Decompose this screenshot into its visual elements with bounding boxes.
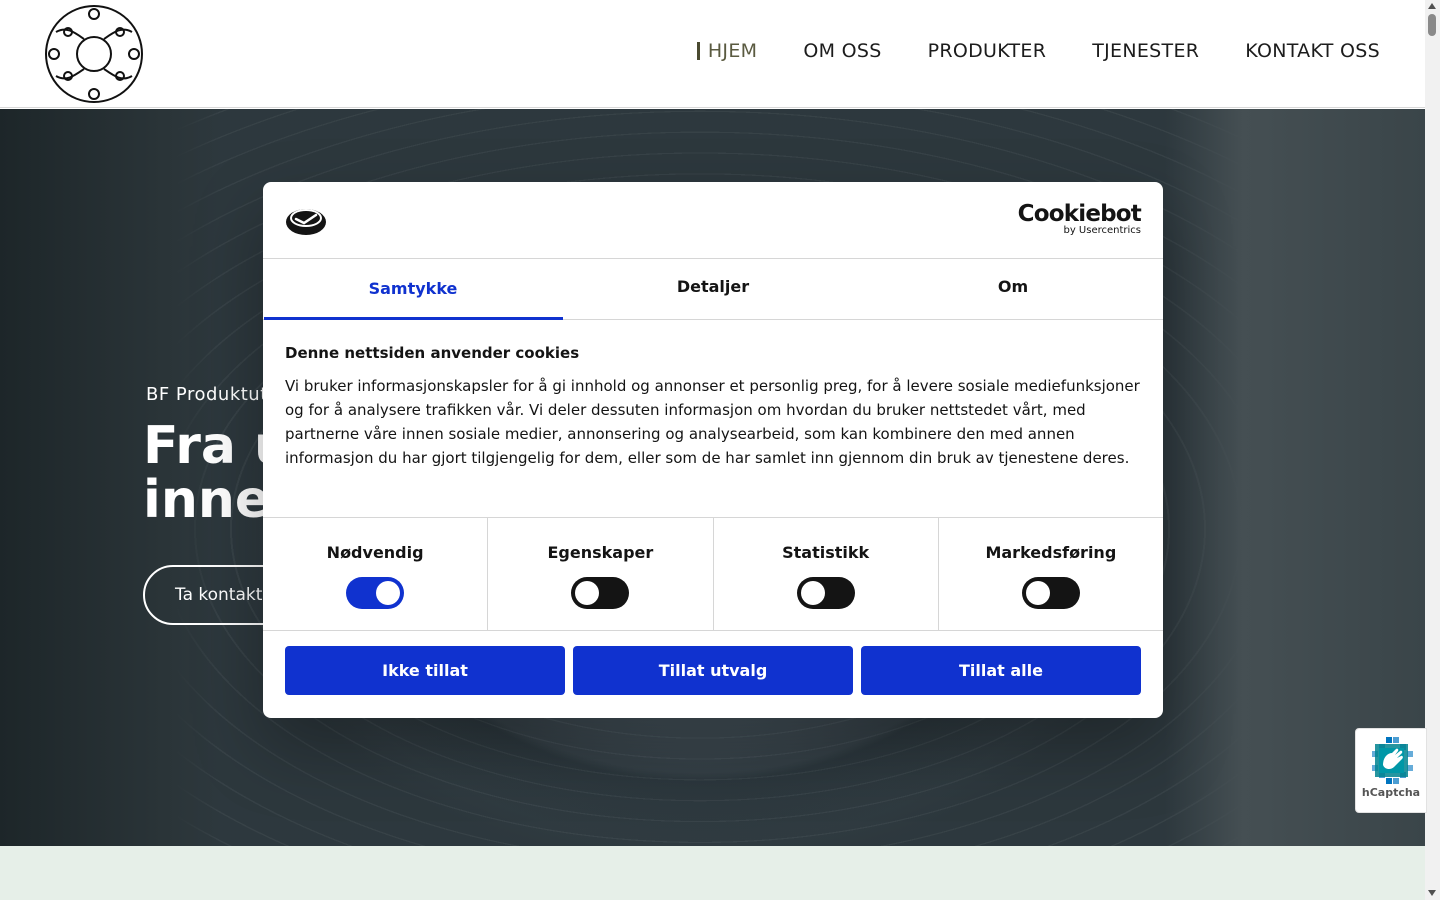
nav-item-produkter[interactable]: PRODUKTER	[928, 38, 1047, 64]
nav-item-tjenester[interactable]: TJENESTER	[1092, 38, 1199, 64]
dialog-header: Cookiebot by Usercentrics	[263, 182, 1163, 259]
toggle-markedsforing[interactable]	[1021, 577, 1080, 609]
tab-om[interactable]: Om	[863, 259, 1163, 319]
nav-item-hjem[interactable]: HJEM	[696, 38, 758, 64]
allow-selection-button[interactable]: Tillat utvalg	[573, 646, 853, 695]
pref-label: Markedsføring	[985, 543, 1117, 562]
brand-name: Cookiebot	[1017, 201, 1142, 227]
main-nav: HJEM OM OSS PRODUKTER TJENESTER KONTAKT …	[651, 38, 1380, 64]
dialog-body: Denne nettsiden anvender cookies Vi bruk…	[263, 320, 1163, 517]
pref-statistikk: Statistikk	[714, 518, 939, 630]
hcaptcha-badge[interactable]: hCaptcha	[1355, 728, 1427, 813]
pref-label: Egenskaper	[547, 543, 654, 562]
next-section	[0, 846, 1425, 900]
scroll-thumb[interactable]	[1428, 14, 1436, 36]
nav-item-om-oss[interactable]: OM OSS	[803, 38, 881, 64]
cookie-preferences: Nødvendig Egenskaper Statistikk Markedsf…	[263, 517, 1163, 631]
dialog-text: Vi bruker informasjonskapsler for å gi i…	[285, 377, 1140, 467]
dialog-actions: Ikke tillat Tillat utvalg Tillat alle	[263, 631, 1163, 695]
toggle-knob	[800, 581, 825, 605]
allow-all-button[interactable]: Tillat alle	[861, 646, 1141, 695]
tab-samtykke[interactable]: Samtykke	[263, 259, 563, 320]
pref-markedsforing: Markedsføring	[939, 518, 1163, 630]
scroll-down-icon[interactable]	[1428, 890, 1436, 896]
site-header: HJEM OM OSS PRODUKTER TJENESTER KONTAKT …	[0, 0, 1425, 108]
cookie-consent-dialog: Cookiebot by Usercentrics Samtykke Detal…	[263, 182, 1163, 718]
toggle-egenskaper[interactable]	[571, 577, 630, 609]
toggle-statistikk[interactable]	[796, 577, 855, 609]
hcaptcha-logo-icon	[1366, 735, 1416, 785]
pref-label: Statistikk	[782, 543, 870, 562]
deny-button[interactable]: Ikke tillat	[285, 646, 565, 695]
cookiebot-mark-icon	[286, 209, 326, 235]
toggle-knob	[376, 581, 401, 605]
toggle-knob	[1025, 581, 1050, 605]
scroll-up-icon[interactable]	[1428, 3, 1436, 9]
dialog-heading: Denne nettsiden anvender cookies	[285, 344, 580, 362]
nav-item-kontakt-oss[interactable]: KONTAKT OSS	[1245, 38, 1380, 64]
pref-label: Nødvendig	[326, 543, 424, 562]
page-scrollbar[interactable]	[1425, 0, 1440, 900]
cookiebot-brand[interactable]: Cookiebot by Usercentrics	[1017, 201, 1142, 236]
hcaptcha-label: hCaptcha	[1361, 786, 1421, 799]
toggle-nodvendig[interactable]	[346, 577, 405, 609]
dialog-tabs: Samtykke Detaljer Om	[263, 259, 1163, 320]
pref-egenskaper: Egenskaper	[488, 518, 714, 630]
tab-detaljer[interactable]: Detaljer	[563, 259, 863, 319]
pref-nodvendig: Nødvendig	[263, 518, 489, 630]
puzzle-logo-icon[interactable]	[44, 4, 144, 104]
toggle-knob	[575, 581, 600, 605]
